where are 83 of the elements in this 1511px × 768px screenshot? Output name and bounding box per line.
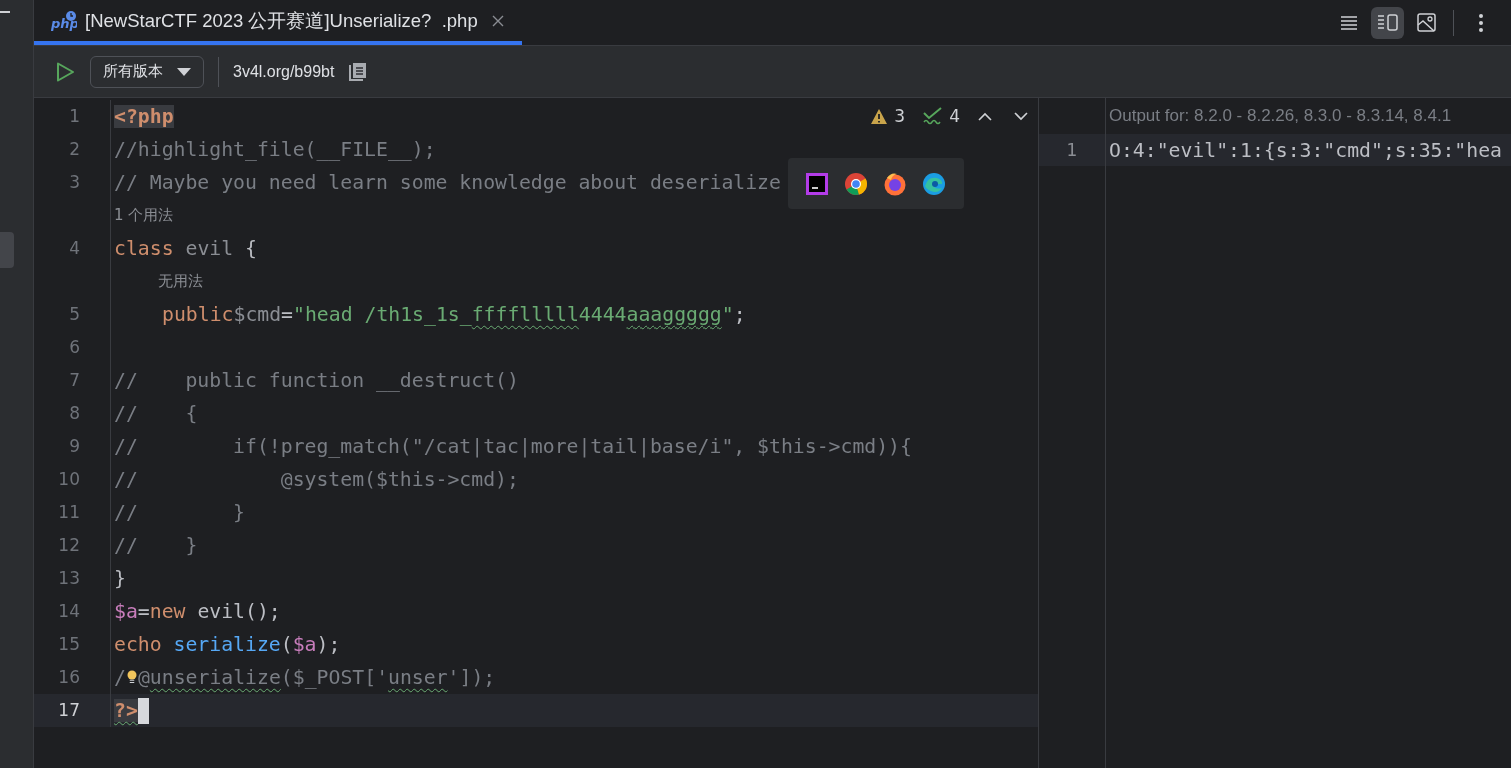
- code-token: // @system($this->cmd);: [114, 468, 519, 491]
- code-token: =: [281, 303, 294, 326]
- line-number: 9: [34, 430, 111, 463]
- code-token: // {: [114, 402, 198, 425]
- warning-icon[interactable]: [870, 107, 889, 125]
- chevron-up-icon[interactable]: [978, 111, 992, 121]
- fox-logo-icon[interactable]: [883, 171, 907, 196]
- code-token: /: [114, 666, 126, 689]
- code-token: echo: [114, 633, 163, 656]
- scroll-handle[interactable]: [0, 232, 14, 268]
- line-number: 10: [34, 463, 111, 496]
- code-token: }: [114, 567, 126, 590]
- circle-logo-icon[interactable]: [844, 171, 868, 196]
- line-number: 1: [1066, 140, 1078, 160]
- code-token: $a: [114, 600, 138, 623]
- caret-icon[interactable]: [177, 67, 191, 76]
- code-token: ']);: [447, 666, 496, 689]
- tab-title: [NewStarCTF 2023 公开赛道]Unserialize? .php: [85, 9, 478, 33]
- check-icon[interactable]: [923, 107, 944, 125]
- output-header: Output for: 8.2.0 - 8.2.26, 8.3.0 - 8.3.14, 8.4.1: [1108, 106, 1452, 126]
- text-cursor: [137, 697, 149, 724]
- lines-icon[interactable]: [1339, 14, 1358, 31]
- code-token: unser: [388, 666, 448, 689]
- code-token: evil();: [196, 600, 281, 623]
- kebab-menu-icon[interactable]: [1477, 12, 1484, 33]
- code-token: unserialize: [149, 666, 281, 689]
- code-token: //highlight_file(__FILE__);: [114, 138, 436, 161]
- line-number: 7: [34, 364, 111, 397]
- code-token: $a: [292, 633, 317, 656]
- line-number: 2: [34, 133, 111, 166]
- chevron-down-icon[interactable]: [1014, 111, 1028, 121]
- line-number: 11: [34, 496, 111, 529]
- split-view-icon[interactable]: [1376, 13, 1399, 32]
- code-token: 4444: [578, 303, 627, 326]
- line-number: 15: [34, 628, 111, 661]
- snippet-link[interactable]: 3v4l.org/b99bt: [233, 62, 335, 81]
- code-token: // public function __destruct(): [114, 369, 519, 392]
- line-number: 5: [34, 298, 111, 331]
- line-number: 17: [34, 694, 111, 727]
- line-number: 3: [34, 166, 111, 199]
- code-token: $cmd: [233, 303, 282, 326]
- code-token: // if(!preg_match("/cat|tac|more|tail|base/i", $this->cmd)){: [114, 435, 912, 458]
- copy-icon[interactable]: [348, 61, 369, 82]
- usage-hint[interactable]: 无用法: [158, 272, 203, 291]
- code-token: // }: [114, 501, 245, 524]
- code-token: new: [149, 600, 186, 623]
- code-token: serialize: [173, 633, 281, 656]
- line-number: 8: [34, 397, 111, 430]
- warning-count[interactable]: 3: [894, 106, 906, 126]
- code-token: {: [245, 237, 257, 260]
- code-token: ($_POST[': [280, 666, 389, 689]
- output-text: O:4:"evil":1:{s:3:"cmd";s:35:"hea: [1108, 138, 1502, 162]
- square-logo-icon[interactable]: [805, 171, 829, 196]
- code-token: ;: [733, 303, 746, 326]
- usage-hint[interactable]: 1 个用法: [114, 206, 174, 225]
- line-number: 12: [34, 529, 111, 562]
- split-view-button[interactable]: [1371, 6, 1404, 39]
- check-count[interactable]: 4: [949, 106, 960, 126]
- line-number: 4: [34, 232, 111, 265]
- code-token: "head /th1s_1s_: [293, 303, 472, 326]
- code-token: ?>: [114, 699, 138, 722]
- version-dropdown[interactable]: 所有版本: [90, 55, 204, 88]
- image-icon[interactable]: [1416, 12, 1437, 33]
- code-token: ": [721, 303, 734, 326]
- line-number: 13: [34, 562, 111, 595]
- code-token: );: [316, 633, 341, 656]
- code-token: aaaggggg: [626, 303, 722, 326]
- wave-logo-icon[interactable]: [922, 171, 946, 196]
- code-token: =: [137, 600, 150, 623]
- code-token: @: [137, 666, 150, 689]
- run-icon[interactable]: [54, 60, 76, 83]
- code-token: // }: [114, 534, 198, 557]
- code-token: evil: [185, 237, 235, 260]
- code-token: (: [280, 633, 293, 656]
- line-number: 6: [34, 331, 111, 364]
- code-token: <?php: [114, 105, 174, 128]
- code-token: public: [162, 303, 234, 326]
- code-token: fffflllll: [471, 303, 579, 326]
- code-token: class: [114, 237, 175, 260]
- line-number: 1: [34, 100, 111, 133]
- line-number: 14: [34, 595, 111, 628]
- close-icon[interactable]: [491, 14, 504, 27]
- code-token: // Maybe you need learn some knowledge about deserialize: [114, 171, 781, 194]
